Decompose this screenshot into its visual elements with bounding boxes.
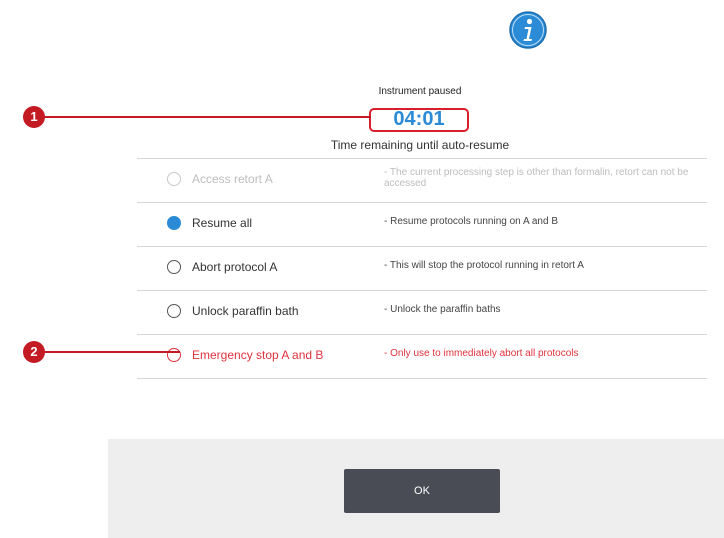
option-description: - This will stop the protocol running in… xyxy=(384,260,584,271)
callout-badge-1: 1 xyxy=(23,106,45,128)
info-icon xyxy=(509,11,547,49)
option-label[interactable]: Resume all xyxy=(192,216,377,230)
option-abort-protocol-a[interactable]: Abort protocol A - This will stop the pr… xyxy=(137,246,707,290)
option-description: - Only use to immediately abort all prot… xyxy=(384,348,579,359)
option-description: - Unlock the paraffin baths xyxy=(384,304,501,315)
dialog-footer: OK xyxy=(108,439,724,538)
radio-button xyxy=(167,172,181,186)
dialog-subtitle: Time remaining until auto-resume xyxy=(330,138,510,152)
dialog-title: Instrument paused xyxy=(378,86,462,97)
option-description: - The current processing step is other t… xyxy=(384,167,689,189)
radio-button[interactable] xyxy=(167,304,181,318)
option-label[interactable]: Unlock paraffin bath xyxy=(192,304,377,318)
radio-button[interactable] xyxy=(167,260,181,274)
countdown-timer: 04:01 xyxy=(369,108,469,132)
option-label[interactable]: Emergency stop A and B xyxy=(192,348,377,362)
option-access-retort-a: Access retort A - The current processing… xyxy=(137,158,707,202)
callout-line-1 xyxy=(30,116,371,118)
callout-badge-2: 2 xyxy=(23,341,45,363)
option-label: Access retort A xyxy=(192,172,273,186)
option-resume-all[interactable]: Resume all - Resume protocols running on… xyxy=(137,202,707,246)
option-label[interactable]: Abort protocol A xyxy=(192,260,377,274)
option-emergency-stop[interactable]: Emergency stop A and B - Only use to imm… xyxy=(137,334,707,379)
option-unlock-paraffin-bath[interactable]: Unlock paraffin bath - Unlock the paraff… xyxy=(137,290,707,334)
ok-button[interactable]: OK xyxy=(344,469,500,513)
radio-button[interactable] xyxy=(167,216,181,230)
option-list: Access retort A - The current processing… xyxy=(137,158,707,379)
option-description: - Resume protocols running on A and B xyxy=(384,216,558,227)
callout-line-2 xyxy=(30,351,180,353)
